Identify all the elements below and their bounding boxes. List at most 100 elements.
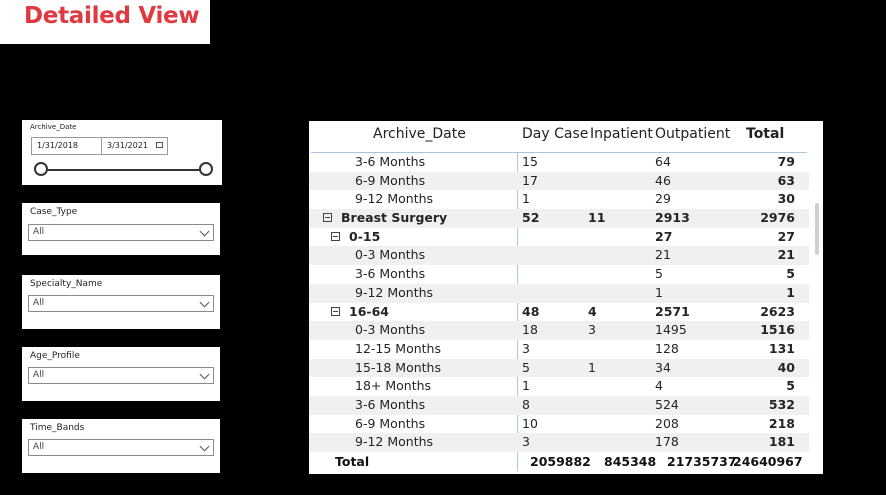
row-label: 0-3 Months (355, 247, 426, 263)
table-row: 9-12 Months 1 1 (309, 283, 809, 303)
cell-total: 27 (777, 228, 795, 244)
cell-day-case: 1 (522, 191, 530, 207)
cell-outpatient: 128 (655, 340, 679, 356)
range-end-handle[interactable] (199, 162, 213, 176)
cell-outpatient: 1 (655, 284, 663, 300)
total-total: 24640967 (733, 454, 803, 469)
chevron-down-icon[interactable] (199, 226, 210, 237)
specialty-name-value: All (33, 298, 45, 308)
row-label: 0-3 Months (355, 322, 426, 338)
cell-day-case: 52 (522, 210, 540, 226)
cell-total: 532 (768, 396, 795, 412)
cell-outpatient: 29 (655, 191, 671, 207)
archive-date-label: Archive_Date (30, 123, 77, 131)
cell-total: 2623 (760, 303, 795, 319)
table-row: 0-3 Months 21 21 (309, 246, 809, 266)
cell-outpatient: 34 (655, 359, 671, 375)
age-profile-value: All (33, 370, 45, 380)
row-label: 9-12 Months (355, 434, 434, 450)
table-row: 3-6 Months 8 524 532 (309, 395, 809, 415)
cell-day-case: 10 (522, 415, 538, 431)
row-label: 3-6 Months (355, 266, 426, 282)
time-bands-dropdown[interactable]: All (28, 439, 214, 456)
row-label: 15-18 Months (355, 359, 441, 375)
table-row: 6-9 Months 17 46 63 (309, 171, 809, 191)
time-bands-value: All (33, 442, 45, 452)
cell-total: 2976 (760, 210, 795, 226)
archive-date-slicer: Archive_Date 1/31/2018 3/31/2021 (22, 120, 222, 185)
header-inpatient[interactable]: Inpatient (590, 126, 653, 142)
table-row-group: 0-15 27 27 (309, 228, 809, 247)
total-inpatient: 845348 (604, 454, 657, 469)
cell-day-case: 3 (522, 340, 530, 356)
cell-outpatient: 2571 (655, 303, 690, 319)
chevron-down-icon[interactable] (199, 297, 210, 308)
header-outpatient[interactable]: Outpatient (655, 126, 730, 142)
header-total[interactable]: Total (746, 126, 784, 142)
total-outpatient: 21735737 (667, 454, 737, 469)
cell-day-case: 3 (522, 434, 530, 450)
cell-total: 21 (777, 247, 795, 263)
cell-outpatient: 524 (655, 396, 679, 412)
cell-total: 181 (768, 434, 795, 450)
matrix-table: Archive_Date Day Case Inpatient Outpatie… (309, 121, 823, 474)
end-date-input[interactable]: 3/31/2021 (101, 137, 168, 155)
calendar-icon[interactable] (156, 142, 163, 148)
specialty-name-label: Specialty_Name (30, 279, 103, 289)
date-range-track[interactable] (40, 169, 208, 171)
page-title: Detailed View (24, 3, 200, 29)
cell-outpatient: 21 (655, 247, 671, 263)
age-profile-dropdown[interactable]: All (28, 367, 214, 384)
cell-day-case: 5 (522, 359, 530, 375)
cell-total: 63 (777, 172, 795, 188)
cell-day-case: 48 (522, 303, 540, 319)
cell-total: 5 (786, 266, 795, 282)
chevron-down-icon[interactable] (199, 441, 210, 452)
cell-total: 30 (777, 191, 795, 207)
table-row: 6-9 Months 10 208 218 (309, 415, 809, 434)
row-label: 3-6 Months (355, 396, 426, 412)
cell-total: 40 (777, 359, 795, 375)
time-bands-slicer: Time_Bands All (22, 419, 220, 473)
vertical-scrollbar[interactable] (815, 203, 819, 255)
cell-inpatient: 1 (588, 359, 596, 375)
cell-outpatient: 208 (655, 415, 679, 431)
case-type-slicer: Case_Type All (22, 203, 220, 255)
row-label: Breast Surgery (341, 210, 448, 226)
cell-inpatient: 3 (588, 322, 596, 338)
cell-inpatient: 11 (588, 210, 606, 226)
table-row: 12-15 Months 3 128 131 (309, 340, 809, 359)
case-type-label: Case_Type (30, 207, 78, 217)
specialty-name-dropdown[interactable]: All (28, 295, 214, 312)
cell-total: 131 (768, 340, 795, 356)
row-label: 0-15 (349, 228, 381, 244)
range-start-handle[interactable] (34, 162, 48, 176)
total-label: Total (335, 454, 370, 469)
start-date-value: 1/31/2018 (37, 141, 79, 150)
cell-total: 79 (777, 154, 795, 169)
end-date-value: 3/31/2021 (107, 141, 149, 150)
table-row: 0-3 Months 18 3 1495 1516 (309, 321, 809, 340)
specialty-name-slicer: Specialty_Name All (22, 275, 220, 329)
cell-outpatient: 4 (655, 378, 663, 394)
cell-outpatient: 46 (655, 172, 671, 188)
matrix-header: Archive_Date Day Case Inpatient Outpatie… (309, 121, 823, 153)
cell-outpatient: 5 (655, 266, 663, 282)
header-day-case[interactable]: Day Case (522, 126, 588, 142)
cell-total: 1 (786, 284, 795, 300)
cell-outpatient: 27 (655, 228, 673, 244)
cell-day-case: 15 (522, 154, 538, 169)
age-profile-slicer: Age_Profile All (22, 347, 220, 401)
chevron-down-icon[interactable] (199, 369, 210, 380)
cell-outpatient: 64 (655, 154, 671, 169)
cell-outpatient: 1495 (655, 322, 687, 338)
table-row: 3-6 Months 15 64 79 (309, 153, 809, 172)
collapse-icon[interactable] (331, 231, 340, 241)
collapse-icon[interactable] (331, 306, 340, 316)
table-row: 15-18 Months 5 1 34 40 (309, 358, 809, 378)
cell-inpatient: 4 (588, 303, 597, 319)
header-archive-date[interactable]: Archive_Date (373, 126, 466, 142)
cell-day-case: 1 (522, 378, 530, 394)
case-type-dropdown[interactable]: All (28, 224, 214, 241)
collapse-icon[interactable] (323, 213, 332, 223)
